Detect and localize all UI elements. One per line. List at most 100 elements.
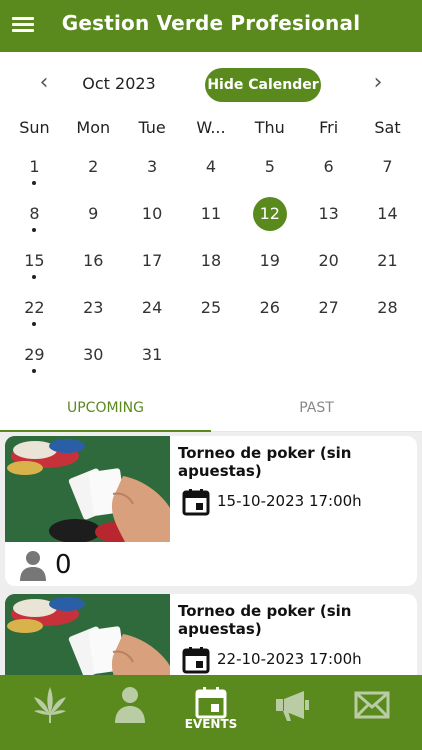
event-datetime: 22-10-2023 17:00h bbox=[217, 650, 362, 668]
calendar-day-number: 13 bbox=[318, 204, 339, 223]
calendar-week-row: 29 30 31 bbox=[5, 338, 417, 385]
calendar-day[interactable]: 1 bbox=[5, 150, 64, 197]
calendar-day[interactable]: 16 bbox=[64, 244, 123, 291]
calendar-day[interactable]: 31 bbox=[123, 338, 182, 385]
nav-messages[interactable] bbox=[330, 675, 414, 750]
calendar-day-number: 29 bbox=[24, 345, 45, 364]
calendar-day[interactable]: 24 bbox=[123, 291, 182, 338]
event-image bbox=[5, 594, 170, 675]
event-image bbox=[5, 436, 170, 542]
calendar-day-number: 25 bbox=[200, 298, 222, 317]
calendar-day[interactable]: 9 bbox=[64, 197, 123, 244]
calendar-day-number: 3 bbox=[147, 157, 158, 176]
tab-upcoming[interactable]: UPCOMING bbox=[0, 390, 211, 432]
calendar-icon bbox=[182, 489, 210, 516]
nav-events[interactable]: EVENTS bbox=[169, 675, 253, 750]
weekday-label: Mon bbox=[76, 118, 111, 137]
event-title: Torneo de poker (sin apuestas) bbox=[178, 602, 352, 638]
calendar-day[interactable]: 30 bbox=[64, 338, 123, 385]
event-card[interactable]: Torneo de poker (sin apuestas) 22-10-202… bbox=[5, 594, 417, 675]
calendar-day-number: 15 bbox=[24, 251, 45, 270]
envelope-icon bbox=[354, 691, 390, 719]
nav-leaf[interactable] bbox=[8, 675, 92, 750]
calendar-day[interactable]: 21 bbox=[358, 244, 417, 291]
calendar-day[interactable]: 20 bbox=[299, 244, 358, 291]
calendar-day[interactable]: 23 bbox=[64, 291, 123, 338]
calendar-day-number: 20 bbox=[318, 251, 339, 270]
hide-calendar-button[interactable]: Hide Calender bbox=[205, 68, 321, 102]
calendar-week-row: 1 2 3 4 5 6 7 bbox=[5, 150, 417, 197]
weekday-label: Tue bbox=[138, 118, 166, 137]
event-dot-indicator bbox=[32, 322, 37, 326]
event-dot-indicator bbox=[32, 275, 37, 279]
calendar-day-number: 28 bbox=[377, 298, 398, 317]
calendar-nav: ‹ Oct 2023 Hide Calender › bbox=[0, 62, 422, 106]
weekday-label: Sun bbox=[19, 118, 50, 137]
nav-announcements[interactable] bbox=[250, 675, 334, 750]
calendar-day[interactable]: 26 bbox=[240, 291, 299, 338]
calendar-day[interactable]: 6 bbox=[299, 150, 358, 197]
calendar-week-row: 8 9 10 11 12 13 14 bbox=[5, 197, 417, 244]
calendar-day[interactable]: 25 bbox=[182, 291, 241, 338]
calendar-day-number: 31 bbox=[141, 345, 163, 364]
calendar-day-number: 18 bbox=[200, 251, 222, 270]
attendees-number: 0 bbox=[55, 550, 72, 580]
event-dot-indicator bbox=[32, 181, 37, 185]
calendar-day-number: 8 bbox=[29, 204, 40, 223]
attendees-count: 0 bbox=[19, 548, 72, 582]
calendar-day[interactable]: 27 bbox=[299, 291, 358, 338]
event-title: Torneo de poker (sin apuestas) bbox=[178, 444, 352, 480]
calendar-icon bbox=[195, 687, 227, 719]
calendar-day-number: 2 bbox=[88, 157, 99, 176]
calendar-day[interactable]: 5 bbox=[240, 150, 299, 197]
calendar-day[interactable]: 22 bbox=[5, 291, 64, 338]
calendar-week-row: 22 23 24 25 26 27 28 bbox=[5, 291, 417, 338]
calendar-day[interactable]: 15 bbox=[5, 244, 64, 291]
calendar-day-number: 11 bbox=[200, 204, 222, 223]
calendar-day-number: 5 bbox=[264, 157, 275, 176]
chevron-right-icon[interactable]: › bbox=[364, 70, 392, 98]
calendar-day[interactable]: 29 bbox=[5, 338, 64, 385]
nav-events-label: EVENTS bbox=[184, 717, 238, 731]
calendar-day[interactable]: 12 bbox=[240, 197, 299, 244]
weekday-label: Sat bbox=[374, 118, 401, 137]
tab-past[interactable]: PAST bbox=[211, 390, 422, 431]
event-tabs: UPCOMING PAST bbox=[0, 390, 422, 432]
month-label: Oct 2023 bbox=[82, 74, 156, 93]
app-title: Gestion Verde Profesional bbox=[61, 11, 361, 35]
bottom-nav: EVENTS bbox=[0, 675, 422, 750]
calendar-day[interactable]: 18 bbox=[182, 244, 241, 291]
calendar-day-number: 6 bbox=[323, 157, 334, 176]
calendar-day-number: 16 bbox=[83, 251, 104, 270]
calendar-week-row: 15 16 17 18 19 20 21 bbox=[5, 244, 417, 291]
calendar-day[interactable]: 7 bbox=[358, 150, 417, 197]
person-icon bbox=[115, 687, 145, 723]
person-icon bbox=[20, 551, 46, 581]
event-dot-indicator bbox=[32, 369, 37, 373]
calendar-day[interactable]: 10 bbox=[123, 197, 182, 244]
calendar-day-number: 14 bbox=[377, 204, 398, 223]
calendar-day[interactable]: 4 bbox=[182, 150, 241, 197]
weekday-header: Sun Mon Tue W... Thu Fri Sat bbox=[5, 118, 417, 137]
weekday-label: Fri bbox=[319, 118, 339, 137]
event-datetime: 15-10-2023 17:00h bbox=[217, 492, 362, 510]
calendar-day-number: 21 bbox=[377, 251, 398, 270]
calendar-day[interactable]: 8 bbox=[5, 197, 64, 244]
calendar-day[interactable]: 19 bbox=[240, 244, 299, 291]
calendar-day[interactable]: 3 bbox=[123, 150, 182, 197]
calendar-day-number: 17 bbox=[141, 251, 163, 270]
weekday-label: W... bbox=[196, 118, 226, 137]
megaphone-icon bbox=[276, 691, 309, 721]
nav-profile[interactable] bbox=[88, 675, 172, 750]
calendar-day-number: 19 bbox=[259, 251, 280, 270]
calendar-day-number: 27 bbox=[318, 298, 339, 317]
event-card[interactable]: Torneo de poker (sin apuestas) 15-10-202… bbox=[5, 436, 417, 586]
calendar-day-number: 24 bbox=[141, 298, 163, 317]
calendar-day[interactable]: 14 bbox=[358, 197, 417, 244]
calendar-day[interactable]: 28 bbox=[358, 291, 417, 338]
calendar-day[interactable]: 13 bbox=[299, 197, 358, 244]
calendar-day[interactable]: 2 bbox=[64, 150, 123, 197]
calendar-day[interactable]: 17 bbox=[123, 244, 182, 291]
chevron-left-icon[interactable]: ‹ bbox=[30, 70, 58, 98]
calendar-day[interactable]: 11 bbox=[182, 197, 241, 244]
